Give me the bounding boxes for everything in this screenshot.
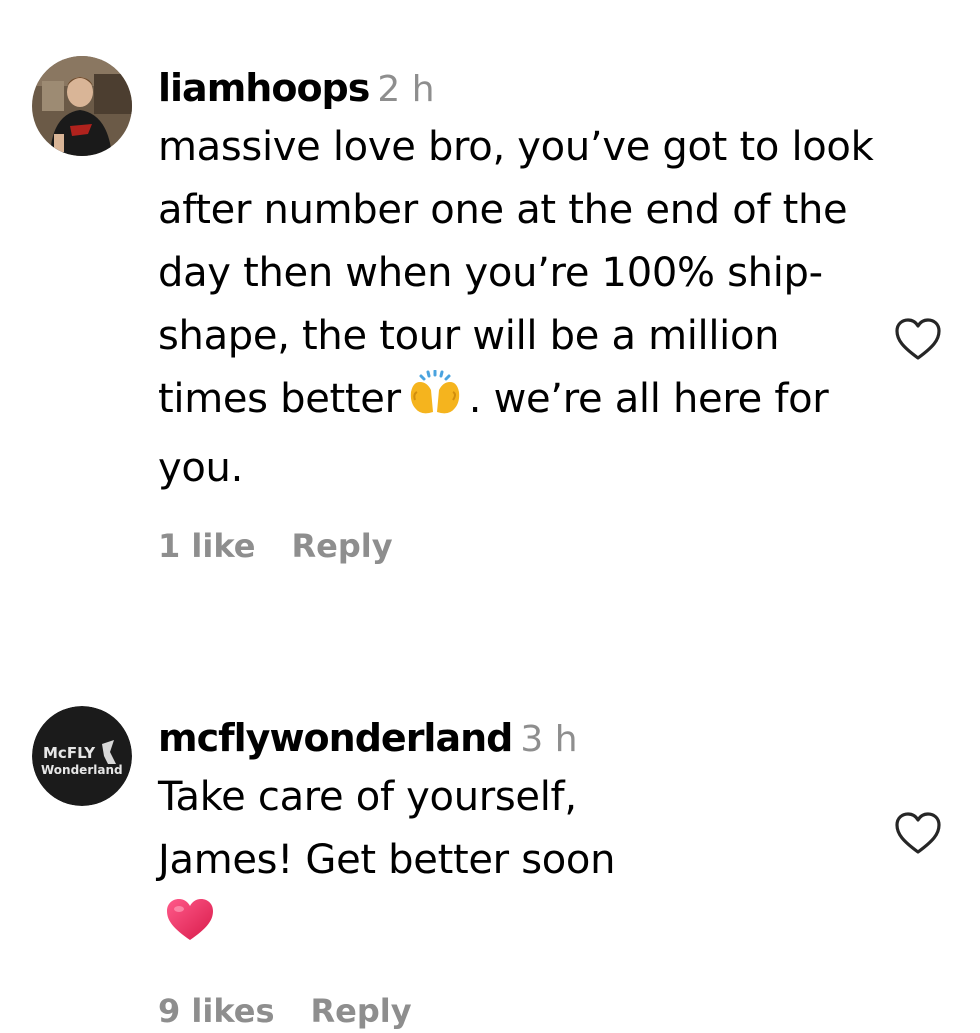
likes-count[interactable]: 1 like [158, 527, 255, 565]
username-link[interactable]: mcflywonderland [158, 716, 513, 760]
reply-button[interactable]: Reply [311, 992, 412, 1030]
avatar[interactable]: McFLY Wonderland [32, 706, 132, 806]
comment-actions: 9 likes Reply [158, 989, 878, 1033]
username-link[interactable]: liamhoops [158, 66, 370, 110]
comment-content: liamhoops 2 h massive love bro, you’ve go… [158, 62, 878, 568]
likes-count[interactable]: 9 likes [158, 992, 275, 1030]
mcfly-wonderland-logo-icon: McFLY Wonderland [32, 706, 132, 806]
comment-header: mcflywonderland 3 h [158, 712, 878, 764]
avatar[interactable] [32, 56, 132, 156]
reply-button[interactable]: Reply [291, 527, 392, 565]
svg-text:Wonderland: Wonderland [41, 763, 123, 777]
raising-hands-icon [407, 369, 463, 437]
timestamp: 2 h [377, 69, 435, 110]
like-heart-icon[interactable] [893, 810, 943, 856]
heart-icon [164, 896, 216, 961]
svg-text:McFLY: McFLY [43, 744, 96, 762]
like-heart-icon[interactable] [893, 316, 943, 362]
comment-actions: 1 like Reply [158, 524, 878, 568]
comment-text: Take care of yourself, James! Get better… [158, 766, 638, 961]
profile-photo-icon [32, 56, 132, 156]
timestamp: 3 h [520, 719, 578, 760]
comment-text: massive love bro, you’ve got to look aft… [158, 116, 878, 500]
comment-content: mcflywonderland 3 h Take care of yourself… [158, 712, 878, 1033]
comment-header: liamhoops 2 h [158, 62, 878, 114]
comment-text-part: Take care of yourself, James! Get better… [158, 774, 616, 883]
